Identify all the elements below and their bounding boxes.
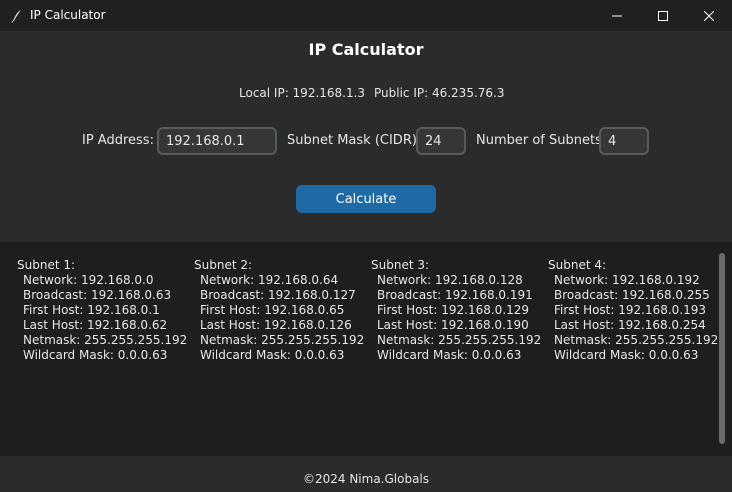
subnet-title: Subnet 1: (17, 258, 76, 272)
subnet-result: Subnet 4: Network: 192.168.0.192 Broadca… (548, 258, 718, 363)
subnet-mask-label: Subnet Mask (CIDR): (287, 133, 422, 148)
title-bar[interactable]: IP Calculator (0, 0, 732, 31)
subnet-broadcast: Broadcast: 192.168.0.63 (23, 288, 172, 302)
number-of-subnets-input[interactable] (599, 127, 649, 155)
subnet-last-host: Last Host: 192.168.0.190 (377, 318, 529, 332)
subnet-last-host: Last Host: 192.168.0.126 (200, 318, 352, 332)
app-window: IP Calculator IP Calculator Local IP: 19… (0, 0, 732, 492)
subnet-network: Network: 192.168.0.0 (23, 273, 154, 287)
subnet-wildcard: Wildcard Mask: 0.0.0.63 (554, 348, 699, 362)
local-ip-label: Local IP: 192.168.1.3 (239, 86, 366, 100)
subnet-last-host: Last Host: 192.168.0.62 (23, 318, 168, 332)
subnet-network: Network: 192.168.0.64 (200, 273, 339, 287)
subnet-netmask: Netmask: 255.255.255.192 (200, 333, 365, 347)
subnet-title: Subnet 4: (548, 258, 607, 272)
footer: ©2024 Nima.Globals (0, 456, 732, 492)
subnet-netmask: Netmask: 255.255.255.192 (554, 333, 719, 347)
subnet-first-host: First Host: 192.168.0.129 (377, 303, 530, 317)
results-panel[interactable]: Subnet 1: Network: 192.168.0.0 Broadcast… (0, 242, 732, 456)
subnet-title: Subnet 3: (371, 258, 430, 272)
subnet-broadcast: Broadcast: 192.168.0.127 (200, 288, 356, 302)
number-of-subnets-label: Number of Subnets: (476, 133, 607, 148)
subnet-result: Subnet 1: Network: 192.168.0.0 Broadcast… (17, 258, 187, 363)
ip-address-input[interactable] (157, 127, 277, 155)
subnet-last-host: Last Host: 192.168.0.254 (554, 318, 706, 332)
subnet-mask-input[interactable] (416, 127, 466, 155)
window-title: IP Calculator (30, 8, 106, 22)
page-title: IP Calculator (308, 40, 424, 59)
subnet-result: Subnet 2: Network: 192.168.0.64 Broadcas… (194, 258, 364, 363)
subnet-netmask: Netmask: 255.255.255.192 (23, 333, 188, 347)
feather-icon (10, 8, 24, 23)
minimize-icon (612, 15, 622, 16)
maximize-icon (658, 10, 668, 21)
subnet-broadcast: Broadcast: 192.168.0.191 (377, 288, 533, 302)
subnet-result: Subnet 3: Network: 192.168.0.128 Broadca… (371, 258, 541, 363)
subnet-title: Subnet 2: (194, 258, 253, 272)
ip-address-label: IP Address: (82, 133, 154, 148)
subnet-broadcast: Broadcast: 192.168.0.255 (554, 288, 710, 302)
close-button[interactable] (686, 0, 732, 31)
input-panel: IP Calculator Local IP: 192.168.1.3 Publ… (0, 31, 732, 242)
subnet-first-host: First Host: 192.168.0.1 (23, 303, 160, 317)
subnet-first-host: First Host: 192.168.0.193 (554, 303, 707, 317)
close-icon (704, 10, 714, 21)
minimize-button[interactable] (594, 0, 640, 31)
subnet-first-host: First Host: 192.168.0.65 (200, 303, 345, 317)
subnet-wildcard: Wildcard Mask: 0.0.0.63 (377, 348, 522, 362)
subnet-network: Network: 192.168.0.192 (554, 273, 700, 287)
subnet-netmask: Netmask: 255.255.255.192 (377, 333, 542, 347)
subnet-wildcard: Wildcard Mask: 0.0.0.63 (200, 348, 345, 362)
scrollbar-thumb[interactable] (719, 253, 725, 444)
copyright-text: ©2024 Nima.Globals (302, 472, 430, 486)
calculate-button[interactable]: Calculate (296, 185, 436, 213)
maximize-button[interactable] (640, 0, 686, 31)
subnet-network: Network: 192.168.0.128 (377, 273, 523, 287)
public-ip-label: Public IP: 46.235.76.3 (374, 86, 505, 100)
subnet-wildcard: Wildcard Mask: 0.0.0.63 (23, 348, 168, 362)
